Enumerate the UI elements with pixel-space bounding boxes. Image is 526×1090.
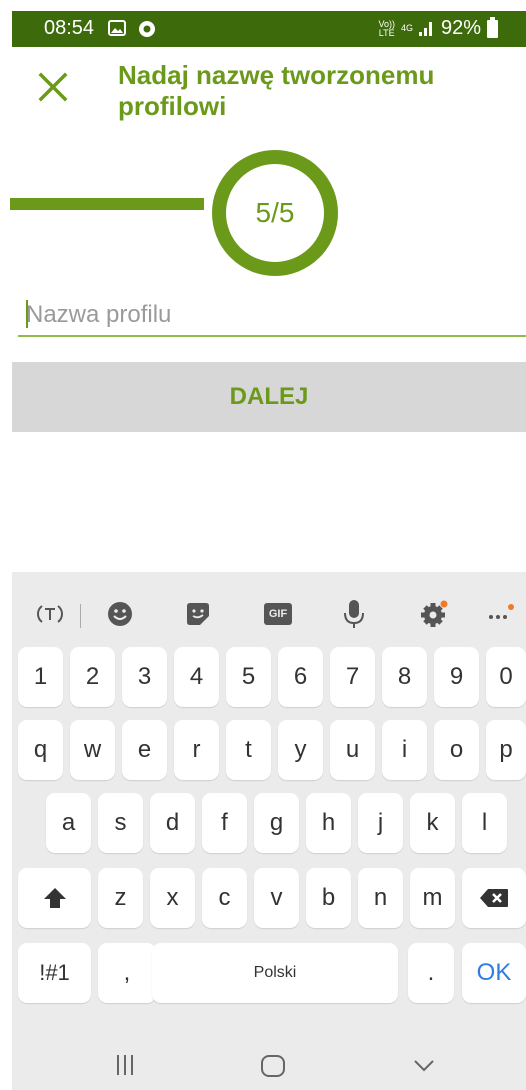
battery-percent: 92% — [440, 17, 481, 39]
gif-icon: GIF — [263, 603, 293, 625]
key-d[interactable]: d — [150, 793, 195, 853]
chevron-down-icon — [414, 1060, 434, 1072]
key-n[interactable]: n — [358, 868, 403, 928]
close-button[interactable] — [36, 70, 70, 104]
chrome-icon — [138, 20, 156, 43]
home-icon — [261, 1055, 285, 1077]
progress-track — [10, 198, 204, 210]
key-b[interactable]: b — [306, 868, 351, 928]
key-s[interactable]: s — [98, 793, 143, 853]
microphone-icon[interactable] — [334, 596, 374, 632]
back-button[interactable] — [412, 1054, 436, 1081]
ok-key[interactable]: OK — [462, 943, 526, 1003]
status-time: 08:54 — [44, 17, 95, 39]
key-l[interactable]: l — [462, 793, 507, 853]
shift-key[interactable] — [18, 868, 91, 928]
backspace-key[interactable] — [462, 868, 526, 928]
home-button[interactable] — [260, 1054, 286, 1083]
key-y[interactable]: y — [278, 720, 323, 780]
key-p[interactable]: p — [486, 720, 526, 780]
key-3[interactable]: 3 — [122, 647, 167, 707]
recent-apps-icon — [117, 1055, 133, 1075]
key-f[interactable]: f — [202, 793, 247, 853]
key-x[interactable]: x — [150, 868, 195, 928]
network-gen-indicator: 4G — [400, 23, 413, 33]
signal-icon — [418, 21, 435, 36]
key-o[interactable]: o — [434, 720, 479, 780]
gallery-icon — [108, 20, 126, 41]
key-8[interactable]: 8 — [382, 647, 427, 707]
key-i[interactable]: i — [382, 720, 427, 780]
space-key[interactable]: Polski — [152, 943, 398, 1003]
key-a[interactable]: a — [46, 793, 91, 853]
status-indicators: Vo)) LTE 4G 92% — [378, 16, 498, 40]
key-h[interactable]: h — [306, 793, 351, 853]
close-icon — [38, 72, 68, 102]
comma-key[interactable]: , — [98, 943, 156, 1003]
sticker-icon[interactable] — [178, 596, 218, 632]
recent-apps-button[interactable] — [114, 1054, 136, 1081]
symbols-key[interactable]: !#1 — [18, 943, 91, 1003]
shift-icon — [43, 888, 66, 908]
settings-icon[interactable] — [414, 596, 454, 632]
backspace-icon — [480, 889, 508, 907]
key-g[interactable]: g — [254, 793, 299, 853]
profile-name-input[interactable] — [18, 295, 526, 335]
key-c[interactable]: c — [202, 868, 247, 928]
key-t[interactable]: t — [226, 720, 271, 780]
toolbar-divider — [80, 604, 81, 628]
volte-indicator: Vo)) LTE — [378, 18, 395, 38]
key-k[interactable]: k — [410, 793, 455, 853]
key-v[interactable]: v — [254, 868, 299, 928]
battery-icon — [487, 16, 498, 38]
text-caret — [26, 300, 28, 328]
gif-button[interactable]: GIF — [258, 596, 298, 632]
key-m[interactable]: m — [410, 868, 455, 928]
key-e[interactable]: e — [122, 720, 167, 780]
key-7[interactable]: 7 — [330, 647, 375, 707]
key-q[interactable]: q — [18, 720, 63, 780]
emoji-icon[interactable] — [100, 596, 140, 632]
key-z[interactable]: z — [98, 868, 143, 928]
key-2[interactable]: 2 — [70, 647, 115, 707]
key-j[interactable]: j — [358, 793, 403, 853]
key-r[interactable]: r — [174, 720, 219, 780]
keyboard: GIF 1 2 3 4 5 6 7 8 9 0 q w e r t y u i … — [12, 572, 526, 1090]
key-0[interactable]: 0 — [486, 647, 526, 707]
profile-name-field — [18, 295, 526, 337]
translate-icon[interactable] — [30, 596, 70, 632]
key-5[interactable]: 5 — [226, 647, 271, 707]
more-options-icon[interactable] — [482, 596, 522, 632]
period-key[interactable]: . — [408, 943, 454, 1003]
key-9[interactable]: 9 — [434, 647, 479, 707]
key-u[interactable]: u — [330, 720, 375, 780]
key-6[interactable]: 6 — [278, 647, 323, 707]
key-1[interactable]: 1 — [18, 647, 63, 707]
next-button[interactable]: DALEJ — [12, 362, 526, 432]
status-bar: 08:54 Vo)) LTE 4G 92% — [12, 11, 526, 47]
key-w[interactable]: w — [70, 720, 115, 780]
page-title: Nadaj nazwę tworzonemu profilowi — [118, 60, 435, 121]
key-4[interactable]: 4 — [174, 647, 219, 707]
progress-label: 5/5 — [255, 197, 295, 228]
